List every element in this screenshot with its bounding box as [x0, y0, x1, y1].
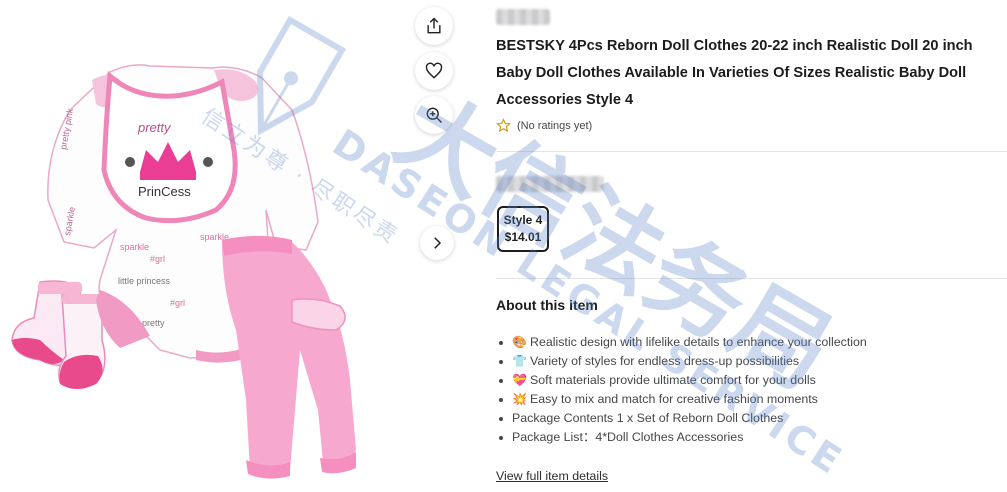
divider: [496, 278, 1007, 279]
heart-icon: [425, 62, 443, 79]
sparkle-icon: 💥: [512, 392, 527, 406]
star-outline-icon: [496, 118, 511, 133]
variant-option-style-4[interactable]: Style 4 $14.01: [497, 206, 549, 252]
image-gallery: pretty PrinCess pretty pink sparkle spar…: [0, 0, 470, 492]
share-button[interactable]: [415, 7, 453, 45]
share-icon: [427, 17, 441, 34]
divider: [496, 151, 1007, 152]
product-image[interactable]: pretty PrinCess pretty pink sparkle spar…: [0, 0, 400, 492]
svg-text:little princess: little princess: [118, 276, 171, 286]
redacted-seller-label: [496, 9, 550, 25]
rating-row[interactable]: (No ratings yet): [496, 118, 592, 133]
product-title: BESTSKY 4Pcs Reborn Doll Clothes 20-22 i…: [496, 38, 973, 108]
zoom-in-icon: [426, 107, 443, 124]
variant-name: Style 4: [503, 213, 543, 227]
svg-text:pretty: pretty: [142, 318, 165, 328]
view-full-details-link[interactable]: View full item details: [496, 469, 608, 483]
list-item: 👕 Variety of styles for endless dress-up …: [496, 352, 867, 371]
list-item: Package List：4*Doll Clothes Accessories: [496, 428, 867, 447]
about-list: 🎨 Realistic design with lifelike details …: [496, 333, 867, 447]
variant-price: $14.01: [504, 230, 542, 244]
palette-icon: 🎨: [512, 335, 527, 349]
favorite-button[interactable]: [415, 52, 453, 90]
shirt-icon: 👕: [512, 354, 527, 368]
redacted-variant-label: [496, 176, 604, 192]
zoom-button[interactable]: [415, 96, 453, 134]
list-item: 🎨 Realistic design with lifelike details …: [496, 333, 867, 352]
svg-text:PrinCess: PrinCess: [138, 184, 191, 199]
list-item: 💝 Soft materials provide ultimate comfort…: [496, 371, 867, 390]
chevron-right-icon: [434, 237, 442, 249]
svg-text:#grl: #grl: [170, 298, 185, 308]
heart-gift-icon: 💝: [512, 373, 527, 387]
next-image-button[interactable]: [420, 226, 454, 260]
svg-text:sparkle: sparkle: [120, 242, 149, 252]
rating-text: (No ratings yet): [517, 119, 593, 132]
pants-illustration: [222, 236, 356, 479]
socks-illustration: [11, 280, 106, 389]
svg-text:#grl: #grl: [150, 254, 165, 264]
about-heading: About this item: [496, 297, 598, 313]
list-item: Package Contents 1 x Set of Reborn Doll …: [496, 409, 867, 428]
svg-text:pretty: pretty: [137, 120, 172, 135]
list-item: 💥 Easy to mix and match for creative fash…: [496, 390, 867, 409]
